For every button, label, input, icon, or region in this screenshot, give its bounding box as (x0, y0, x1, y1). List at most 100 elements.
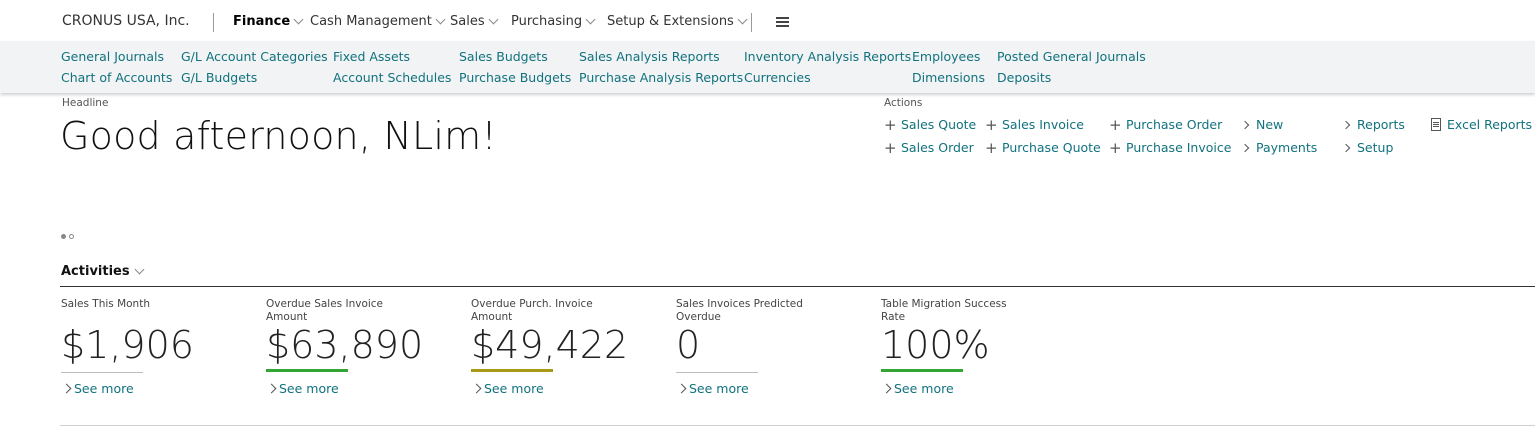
chevron-right-icon (266, 383, 277, 394)
nav-setup-extensions[interactable]: Setup & Extensions (607, 14, 748, 29)
chevron-right-icon (61, 383, 72, 394)
hamburger-menu-icon[interactable] (776, 17, 789, 29)
divider (751, 13, 752, 32)
action-label: Sales Quote (901, 117, 977, 132)
headline-greeting: Good afternoon, NLim! (60, 114, 497, 158)
pager-dot[interactable] (69, 234, 74, 239)
chevron-down-icon (293, 14, 304, 25)
chevron-right-icon (1240, 120, 1250, 129)
action-sales-invoice[interactable]: + Sales Invoice (985, 117, 1084, 132)
tile-caption: Overdue Sales Invoice Amount (266, 298, 384, 323)
plus-icon: + (985, 115, 998, 134)
tile-indicator (471, 369, 553, 372)
action-reports[interactable]: Reports (1341, 117, 1405, 132)
chevron-down-icon (488, 14, 499, 25)
action-label: New (1256, 117, 1284, 132)
action-excel-reports[interactable]: Excel Reports (1431, 117, 1532, 132)
see-more-link[interactable]: See more (676, 381, 749, 396)
tile-value[interactable]: 0 (676, 323, 700, 367)
tile-caption: Sales This Month (61, 298, 150, 310)
action-label: Excel Reports (1447, 117, 1533, 132)
divider (213, 13, 214, 32)
action-label: Reports (1357, 117, 1405, 132)
plus-icon: + (884, 138, 897, 157)
see-more-link[interactable]: See more (471, 381, 544, 396)
link-currencies[interactable]: Currencies (744, 70, 811, 85)
cue-tile-predicted-overdue[interactable]: Sales Invoices Predicted Overdue 0 See m… (676, 298, 856, 398)
chevron-down-icon (435, 14, 446, 25)
company-name[interactable]: CRONUS USA, Inc. (62, 13, 190, 29)
pager-dot-active[interactable] (61, 234, 66, 239)
cue-tile-table-migration[interactable]: Table Migration Success Rate 100% See mo… (881, 298, 1061, 398)
activities-title: Activities (61, 264, 130, 279)
nav-purchasing[interactable]: Purchasing (511, 14, 596, 29)
chevron-down-icon (585, 14, 596, 25)
cue-tile-overdue-purch-invoice[interactable]: Overdue Purch. Invoice Amount $49,422 Se… (471, 298, 651, 398)
action-label: Sales Invoice (1002, 117, 1084, 132)
chevron-down-icon (737, 14, 748, 25)
see-more-label: See more (894, 381, 954, 396)
tile-value[interactable]: $1,906 (61, 323, 194, 367)
action-sales-order[interactable]: + Sales Order (884, 140, 974, 155)
see-more-label: See more (484, 381, 544, 396)
cue-tile-sales-this-month[interactable]: Sales This Month $1,906 See more (61, 298, 241, 398)
link-dimensions[interactable]: Dimensions (912, 70, 985, 85)
action-label: Purchase Order (1126, 117, 1223, 132)
chevron-right-icon (1341, 143, 1351, 152)
link-fixed-assets[interactable]: Fixed Assets (333, 49, 410, 64)
action-label: Payments (1256, 140, 1318, 155)
link-gl-budgets[interactable]: G/L Budgets (181, 70, 257, 85)
link-inventory-analysis-reports[interactable]: Inventory Analysis Reports (744, 49, 911, 64)
link-sales-budgets[interactable]: Sales Budgets (459, 49, 548, 64)
activities-header[interactable]: Activities (61, 264, 145, 279)
link-posted-general-journals[interactable]: Posted General Journals (997, 49, 1146, 64)
nav-label: Cash Management (310, 14, 432, 29)
headline-pager (61, 234, 74, 239)
link-sales-analysis-reports[interactable]: Sales Analysis Reports (579, 49, 720, 64)
link-purchase-analysis-reports[interactable]: Purchase Analysis Reports (579, 70, 743, 85)
action-setup[interactable]: Setup (1341, 140, 1393, 155)
top-navigation: CRONUS USA, Inc. Finance Cash Management… (0, 0, 1535, 41)
link-employees[interactable]: Employees (912, 49, 980, 64)
divider (60, 286, 1535, 287)
action-purchase-quote[interactable]: + Purchase Quote (985, 140, 1101, 155)
action-sales-quote[interactable]: + Sales Quote (884, 117, 976, 132)
tile-indicator (61, 372, 143, 373)
tile-value[interactable]: 100% (881, 323, 990, 367)
nav-finance[interactable]: Finance (233, 14, 304, 29)
link-gl-account-categories[interactable]: G/L Account Categories (181, 49, 328, 64)
see-more-link[interactable]: See more (61, 381, 134, 396)
cue-tile-overdue-sales-invoice[interactable]: Overdue Sales Invoice Amount $63,890 See… (266, 298, 446, 398)
headline-caption: Headline (62, 97, 109, 109)
see-more-link[interactable]: See more (266, 381, 339, 396)
divider (60, 425, 1535, 426)
nav-sales[interactable]: Sales (450, 14, 499, 29)
plus-icon: + (1109, 138, 1122, 157)
link-account-schedules[interactable]: Account Schedules (333, 70, 451, 85)
tile-value[interactable]: $63,890 (266, 323, 423, 367)
chevron-right-icon (1341, 120, 1351, 129)
sub-navigation-bar: General Journals Chart of Accounts G/L A… (0, 41, 1535, 93)
link-chart-of-accounts[interactable]: Chart of Accounts (61, 70, 172, 85)
tile-value[interactable]: $49,422 (471, 323, 628, 367)
see-more-label: See more (74, 381, 134, 396)
actions-caption: Actions (884, 97, 923, 109)
plus-icon: + (884, 115, 897, 134)
action-payments[interactable]: Payments (1240, 140, 1317, 155)
action-purchase-order[interactable]: + Purchase Order (1109, 117, 1222, 132)
action-new[interactable]: New (1240, 117, 1283, 132)
tile-indicator (881, 369, 963, 372)
chevron-right-icon (1240, 143, 1250, 152)
nav-cash-management[interactable]: Cash Management (310, 14, 446, 29)
see-more-label: See more (279, 381, 339, 396)
link-purchase-budgets[interactable]: Purchase Budgets (459, 70, 571, 85)
tile-indicator (676, 372, 758, 373)
action-label: Purchase Invoice (1126, 140, 1232, 155)
chevron-right-icon (676, 383, 687, 394)
see-more-link[interactable]: See more (881, 381, 954, 396)
link-general-journals[interactable]: General Journals (61, 49, 164, 64)
tile-caption: Table Migration Success Rate (881, 298, 1007, 323)
link-deposits[interactable]: Deposits (997, 70, 1051, 85)
tile-indicator (266, 369, 348, 372)
action-purchase-invoice[interactable]: + Purchase Invoice (1109, 140, 1231, 155)
